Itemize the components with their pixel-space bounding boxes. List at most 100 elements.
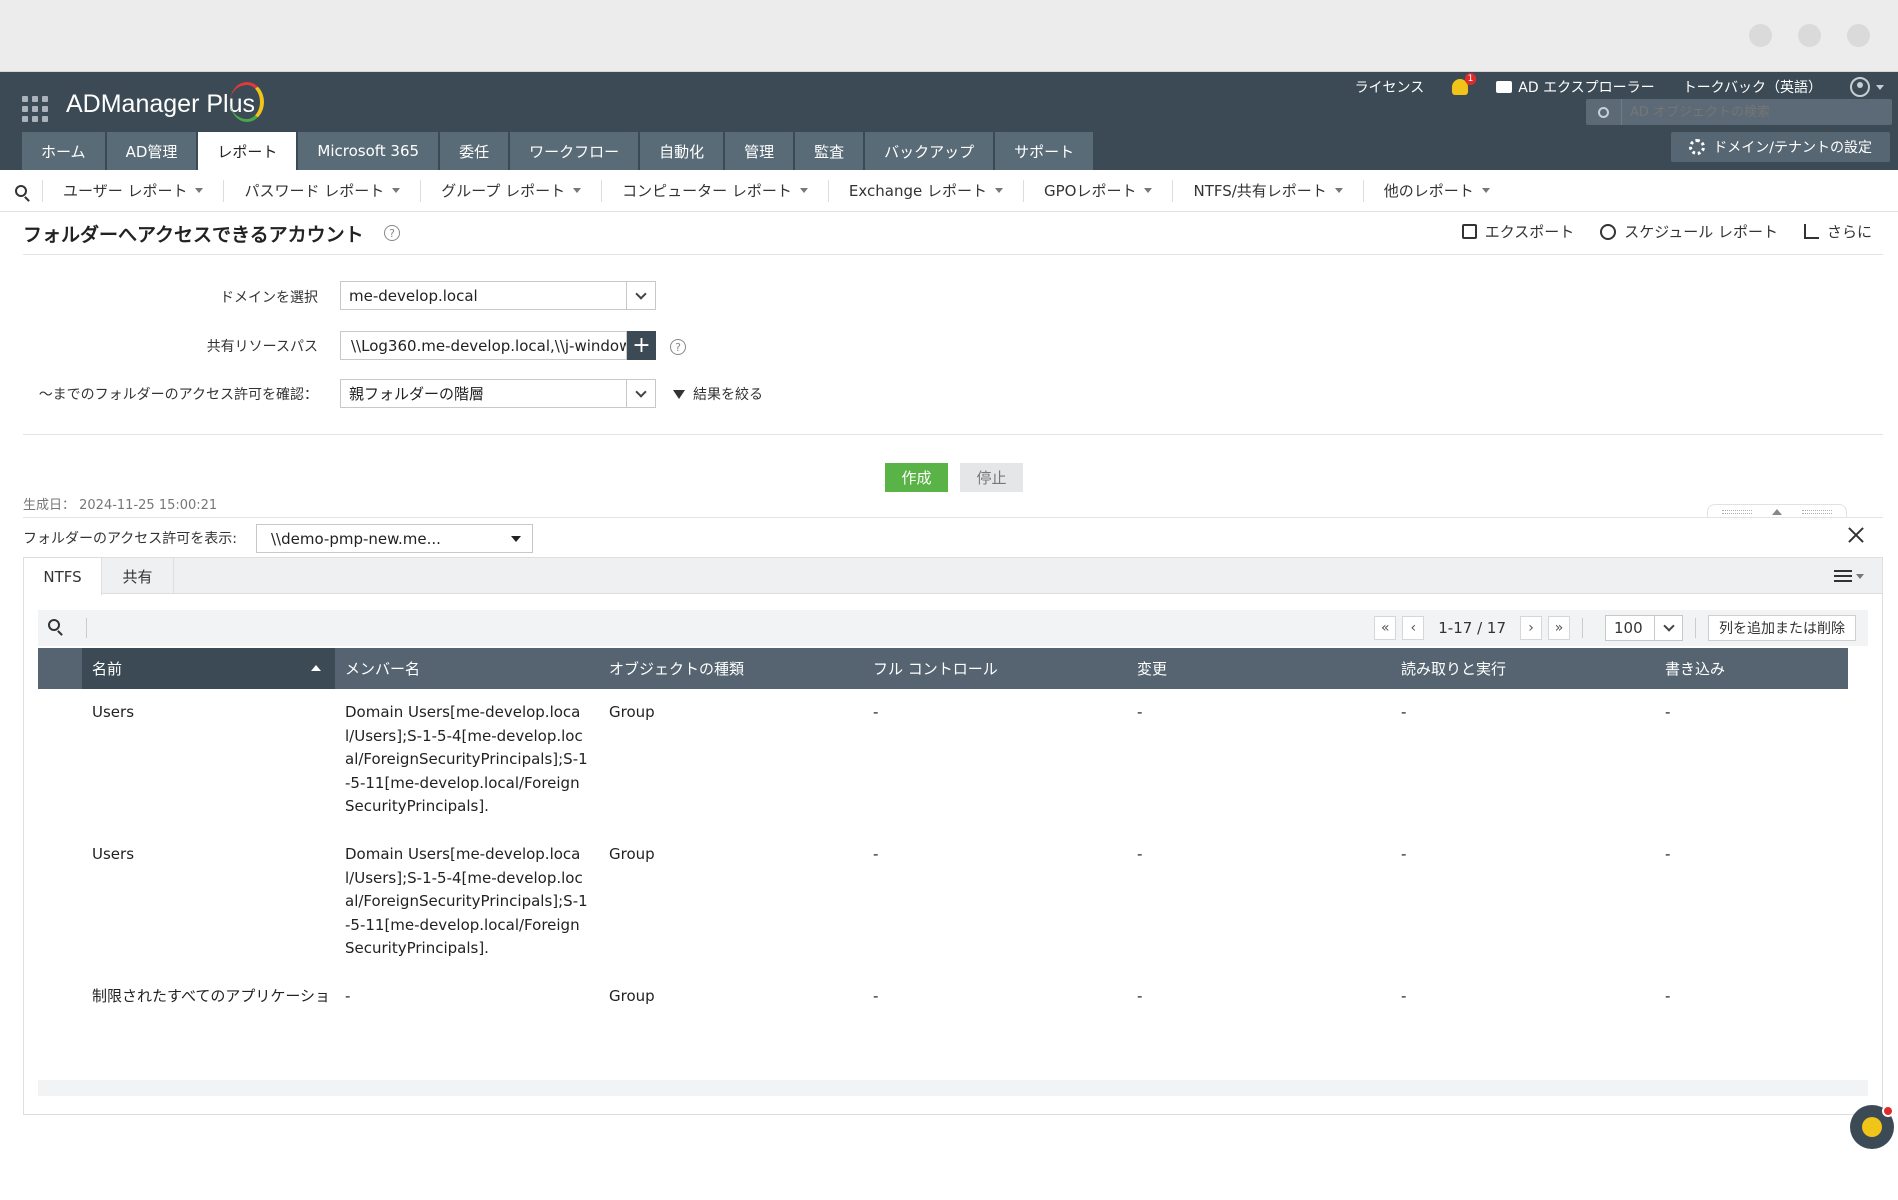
folder-icon [1496,81,1513,93]
tab-audit[interactable]: 監査 [795,132,864,170]
subnav-user-reports[interactable]: ユーザー レポート [42,179,223,202]
column-header-write[interactable]: 書き込み [1655,648,1848,689]
first-page-button[interactable]: « [1374,616,1397,640]
subnav-password-reports[interactable]: パスワード レポート [223,179,420,202]
subnav-other-reports[interactable]: 他のレポート [1362,179,1510,202]
user-menu[interactable] [1836,72,1898,102]
subnav-label: NTFS/共有レポート [1193,182,1327,200]
prev-page-button[interactable]: ‹ [1402,616,1425,640]
page-size-select[interactable]: 100 [1605,615,1683,641]
column-header-modify[interactable]: 変更 [1127,648,1391,689]
last-page-button[interactable]: » [1548,616,1570,640]
tab-support[interactable]: サポート [995,132,1094,170]
domain-select[interactable]: me-develop.local [340,281,656,310]
tab-admin[interactable]: 管理 [725,132,794,170]
folder-view-label: フォルダーのアクセス許可を表示: [23,531,238,547]
window-dot-1[interactable] [1749,24,1772,47]
export-button[interactable]: エクスポート [1461,221,1574,242]
cell-read-execute: - [1401,703,1407,721]
divider [23,517,1883,518]
search-icon[interactable] [1586,99,1622,125]
add-path-button[interactable]: + [627,331,656,360]
domain-settings-label: ドメイン/テナントの設定 [1713,140,1872,156]
divider [23,434,1883,435]
tab-backup[interactable]: バックアップ [865,132,994,170]
collapse-handle[interactable] [1707,504,1847,518]
report-search-button[interactable] [0,170,42,212]
ad-search-input[interactable] [1622,104,1882,120]
top-links: ライセンス 1 AD エクスプローラー トークバック（英語） [1341,72,1898,102]
license-link[interactable]: ライセンス [1341,72,1439,102]
window-chrome [0,0,1898,72]
chevron-down-icon[interactable] [626,380,655,407]
hierarchy-select[interactable]: 親フォルダーの階層 [340,379,656,408]
cell-object-type: Group [609,703,655,721]
page-range: 1-17 / 17 [1438,619,1506,637]
chevron-down-icon [1481,188,1490,193]
help-icon[interactable]: ? [384,225,400,241]
tab-workflow[interactable]: ワークフロー [510,132,639,170]
domain-select-value: me-develop.local [349,286,478,305]
apps-grid-icon[interactable] [22,96,48,122]
window-dot-3[interactable] [1847,24,1870,47]
help-icon[interactable]: ? [670,339,686,355]
list-view-icon[interactable] [1834,570,1864,582]
column-header-name[interactable]: 名前 [82,648,335,689]
tab-delegation[interactable]: 委任 [440,132,509,170]
more-label: さらに [1826,223,1872,241]
tab-automation[interactable]: 自動化 [640,132,724,170]
tab-share[interactable]: 共有 [102,558,174,594]
subnav-exchange-reports[interactable]: Exchange レポート [827,179,1023,202]
header-gutter [38,648,82,689]
column-header-member[interactable]: メンバー名 [335,648,599,689]
tab-microsoft-365[interactable]: Microsoft 365 [298,132,439,170]
notifications[interactable]: 1 [1438,72,1482,102]
more-button[interactable]: さらに [1803,221,1872,242]
tab-ad-management[interactable]: AD管理 [106,132,197,170]
column-header-read-execute[interactable]: 読み取りと実行 [1391,648,1655,689]
talkback-link[interactable]: トークバック（英語） [1669,72,1836,102]
chat-bot-icon[interactable] [1850,1105,1894,1149]
expand-icon[interactable] [1848,527,1864,543]
chevron-down-icon [392,188,401,193]
clock-icon [1600,223,1617,240]
chevron-down-icon [1334,188,1343,193]
app-logo[interactable]: ADManager Plus [66,90,255,130]
domain-settings-button[interactable]: ドメイン/テナントの設定 [1671,132,1890,162]
next-page-button[interactable]: › [1520,616,1542,640]
add-remove-columns-button[interactable]: 列を追加または削除 [1708,615,1856,641]
subnav-ntfs-reports[interactable]: NTFS/共有レポート [1172,179,1362,202]
create-button[interactable]: 作成 [885,463,948,492]
folder-view-select[interactable]: \\demo-pmp-new.me... [256,524,533,553]
divider [23,254,1883,255]
tab-ntfs[interactable]: NTFS [24,558,102,595]
table-toolbar: « ‹ 1-17 / 17 › » 100 列を追加または削除 [38,610,1868,646]
window-dot-2[interactable] [1798,24,1821,47]
subnav-label: パスワード レポート [244,182,385,200]
filter-results-button[interactable]: 結果を絞る [673,384,763,404]
search-icon[interactable] [48,619,60,631]
ad-explorer-link[interactable]: AD エクスプローラー [1482,72,1668,102]
table-row[interactable]: Users Domain Users[me-develop.local/User… [38,689,1848,831]
folder-view-value: \\demo-pmp-new.me... [271,529,441,548]
chevron-down-icon [1144,188,1153,193]
stop-button[interactable]: 停止 [960,463,1023,492]
table-row[interactable]: Users Domain Users[me-develop.local/User… [38,831,1848,973]
bell-icon[interactable]: 1 [1452,73,1477,95]
tab-reports[interactable]: レポート [198,132,297,170]
horizontal-scrollbar[interactable] [38,1080,1868,1096]
cell-member: - [345,986,351,1005]
app-header: ADManager Plus ライセンス 1 AD エクスプローラー トークバッ… [0,72,1898,170]
subnav-gpo-reports[interactable]: GPOレポート [1022,179,1172,202]
subnav-group-reports[interactable]: グループ レポート [420,179,601,202]
table-row[interactable]: 制限されたすべてのアプリケーショ - Group - - - - [38,973,1848,1021]
subnav-computer-reports[interactable]: コンピューター レポート [601,179,828,202]
share-path-input[interactable] [340,331,627,360]
column-header-full-control[interactable]: フル コントロール [863,648,1127,689]
schedule-report-button[interactable]: スケジュール レポート [1600,221,1778,242]
cell-modify: - [1137,986,1143,1005]
chevron-down-icon[interactable] [626,282,655,309]
cell-full-control: - [873,844,879,863]
tab-home[interactable]: ホーム [22,132,105,170]
column-header-object-type[interactable]: オブジェクトの種類 [599,648,863,689]
